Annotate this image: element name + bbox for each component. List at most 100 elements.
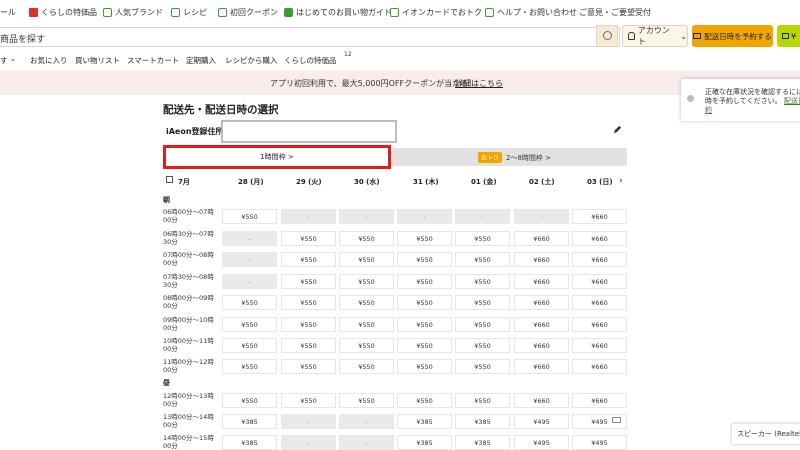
menu-item-recipe-purchase[interactable]: レシピから購入 bbox=[225, 55, 278, 66]
slot-price[interactable]: ¥550 bbox=[281, 274, 336, 289]
tooltip-delivery-link[interactable]: 配送日 bbox=[784, 97, 800, 105]
slot-price[interactable]: ¥550 bbox=[455, 338, 510, 353]
slot-price[interactable]: ¥660 bbox=[572, 209, 627, 224]
slot-price[interactable]: ¥550 bbox=[397, 295, 452, 310]
time-slot-label-line: 00分 bbox=[163, 345, 178, 353]
slot-price[interactable]: ¥660 bbox=[514, 252, 569, 267]
search-input[interactable]: 商品を探す bbox=[0, 27, 620, 47]
slot-price[interactable]: ¥550 bbox=[455, 231, 510, 246]
slot-price[interactable]: ¥385 bbox=[455, 414, 510, 429]
promo-details-link[interactable]: 詳細はこちら bbox=[455, 78, 503, 89]
slot-price[interactable]: ¥550 bbox=[281, 252, 336, 267]
slot-price[interactable]: ¥495 bbox=[514, 435, 569, 450]
topnav-item-coupon[interactable]: 初回クーポン bbox=[218, 7, 278, 18]
slot-price[interactable]: ¥550 bbox=[455, 274, 510, 289]
address-field[interactable] bbox=[221, 120, 397, 143]
search-button[interactable] bbox=[596, 25, 618, 47]
menu-item-shopping-list[interactable]: 買い物リスト bbox=[75, 55, 120, 66]
slot-price[interactable]: ¥550 bbox=[339, 231, 394, 246]
slot-price[interactable]: ¥550 bbox=[222, 317, 277, 332]
slot-price[interactable]: ¥550 bbox=[339, 393, 394, 408]
slot-price[interactable]: ¥660 bbox=[572, 393, 627, 408]
tab-two-to-eight-hour[interactable]: おトク 2〜8時間枠 > bbox=[478, 152, 551, 163]
slot-price[interactable]: ¥550 bbox=[455, 393, 510, 408]
slot-price[interactable]: ¥550 bbox=[222, 338, 277, 353]
slot-price[interactable]: ¥550 bbox=[281, 338, 336, 353]
slot-price[interactable]: ¥550 bbox=[339, 295, 394, 310]
slot-price[interactable]: ¥660 bbox=[514, 317, 569, 332]
slot-price[interactable]: ¥660 bbox=[572, 252, 627, 267]
slot-price[interactable]: ¥550 bbox=[455, 252, 510, 267]
delivery-reserve-button[interactable]: 配送日時を予約する bbox=[692, 25, 773, 47]
slot-price[interactable]: ¥660 bbox=[572, 338, 627, 353]
topnav-item-feedback[interactable]: ご意見・ご要望受付 bbox=[579, 7, 651, 18]
slot-price[interactable]: ¥550 bbox=[397, 231, 452, 246]
slot-price[interactable]: ¥660 bbox=[572, 359, 627, 374]
slot-price[interactable]: ¥550 bbox=[397, 393, 452, 408]
slot-price[interactable]: ¥550 bbox=[397, 338, 452, 353]
slot-price[interactable]: ¥660 bbox=[514, 338, 569, 353]
menu-item-smart-cart[interactable]: スマートカート bbox=[127, 55, 179, 66]
slot-price[interactable]: ¥550 bbox=[281, 359, 336, 374]
slot-price[interactable]: ¥550 bbox=[222, 393, 277, 408]
menu-item-special-price[interactable]: くらしの特価品 bbox=[284, 55, 337, 66]
topnav-item-brands[interactable]: 人気ブランド bbox=[103, 7, 163, 18]
section-morning: 朝 bbox=[163, 196, 170, 204]
slot-price[interactable]: ¥550 bbox=[397, 317, 452, 332]
menu-item-favorites[interactable]: お気に入り bbox=[30, 55, 68, 66]
slot-price[interactable]: ¥550 bbox=[339, 274, 394, 289]
truck-icon bbox=[693, 33, 702, 39]
slot-price[interactable]: ¥550 bbox=[339, 359, 394, 374]
cart-button[interactable]: ¥ bbox=[777, 25, 800, 47]
slot-price[interactable]: ¥550 bbox=[339, 338, 394, 353]
slot-price[interactable]: ¥550 bbox=[397, 274, 452, 289]
slot-price[interactable]: ¥550 bbox=[222, 359, 277, 374]
slot-price[interactable]: ¥660 bbox=[572, 274, 627, 289]
slot-price[interactable]: ¥550 bbox=[281, 393, 336, 408]
menu-item-partial[interactable]: す bbox=[0, 55, 8, 66]
topnav-item-recipe[interactable]: レシピ bbox=[171, 7, 207, 18]
slot-price[interactable]: ¥660 bbox=[514, 231, 569, 246]
chevron-down-icon: ⌄ bbox=[10, 55, 16, 63]
slot-price[interactable]: ¥550 bbox=[222, 295, 277, 310]
slot-price[interactable]: ¥660 bbox=[514, 393, 569, 408]
slot-price[interactable]: ¥550 bbox=[455, 359, 510, 374]
slot-price[interactable]: ¥550 bbox=[455, 295, 510, 310]
slot-price[interactable]: ¥495 bbox=[572, 435, 627, 450]
slot-price[interactable]: ¥660 bbox=[572, 317, 627, 332]
slot-price[interactable]: ¥385 bbox=[222, 435, 277, 450]
topnav-item-special-price[interactable]: くらしの特価品 bbox=[29, 7, 97, 18]
topnav-item-aeon-card[interactable]: イオンカードでおトク bbox=[390, 7, 482, 18]
next-week-arrow-icon[interactable]: › bbox=[619, 176, 623, 186]
slot-price[interactable]: ¥660 bbox=[514, 295, 569, 310]
slot-price[interactable]: ¥495 bbox=[514, 414, 569, 429]
menu-item-subscription[interactable]: 定期購入 bbox=[186, 55, 216, 66]
slot-price[interactable]: ¥550 bbox=[455, 317, 510, 332]
info-icon bbox=[687, 95, 694, 102]
slot-unavailable: - bbox=[222, 231, 277, 246]
slot-price[interactable]: ¥385 bbox=[455, 435, 510, 450]
edit-icon[interactable] bbox=[613, 125, 622, 134]
slot-price[interactable]: ¥550 bbox=[222, 209, 277, 224]
slot-price[interactable]: ¥550 bbox=[397, 359, 452, 374]
slot-price[interactable]: ¥385 bbox=[397, 435, 452, 450]
slot-price[interactable]: ¥550 bbox=[281, 231, 336, 246]
time-slot-label: 08時00分〜09時 00分 bbox=[163, 294, 221, 310]
slot-price[interactable]: ¥550 bbox=[397, 252, 452, 267]
slot-price[interactable]: ¥660 bbox=[572, 295, 627, 310]
slot-price[interactable]: ¥550 bbox=[281, 295, 336, 310]
slot-price[interactable]: ¥660 bbox=[514, 274, 569, 289]
slot-price[interactable]: ¥660 bbox=[572, 231, 627, 246]
account-button[interactable]: アカウント ⌄ bbox=[622, 25, 688, 47]
slot-price[interactable]: ¥660 bbox=[514, 359, 569, 374]
tab-one-hour[interactable]: 1時間枠 > bbox=[163, 145, 391, 169]
slot-price[interactable]: ¥385 bbox=[222, 414, 277, 429]
day-header: 29 (火) bbox=[296, 178, 322, 186]
slot-price[interactable]: ¥550 bbox=[281, 317, 336, 332]
topnav-item-guide[interactable]: はじめてのお買い物ガイド bbox=[284, 7, 392, 18]
topnav-item-help[interactable]: ヘルプ・お問い合わせ bbox=[485, 7, 577, 18]
topnav-item-sale[interactable]: ール bbox=[0, 7, 16, 18]
slot-price[interactable]: ¥550 bbox=[339, 317, 394, 332]
slot-price[interactable]: ¥385 bbox=[397, 414, 452, 429]
slot-price[interactable]: ¥550 bbox=[339, 252, 394, 267]
